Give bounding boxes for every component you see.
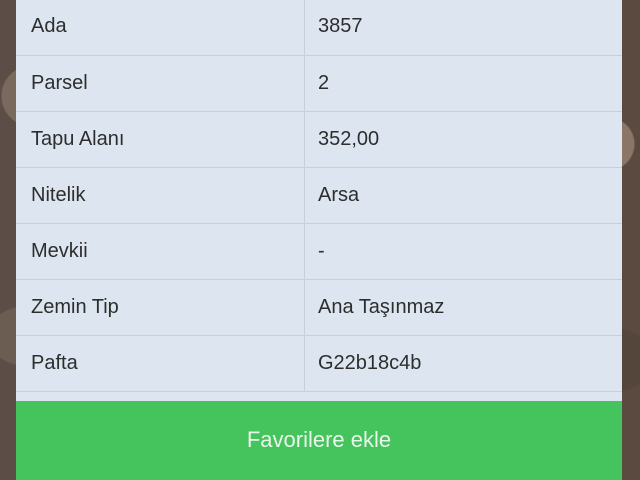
add-to-favorites-label: Favorilere ekle <box>246 427 392 452</box>
property-details-panel: Ada 3857 Parsel 2 Tapu Alanı 352,00 Nite… <box>16 0 622 480</box>
row-label: Mevkii <box>16 224 305 279</box>
row-label: Zemin Tip <box>16 280 305 335</box>
row-value: 352,00 <box>318 128 380 150</box>
table-row-ada: Ada 3857 <box>16 0 622 56</box>
row-label: Tapu Alanı <box>16 112 305 167</box>
table-row-pafta: Pafta G22b18c4b <box>16 336 622 392</box>
row-label: Pafta <box>16 336 305 391</box>
table-row-tapu-alani: Tapu Alanı 352,00 <box>16 112 622 168</box>
row-value: G22b18c4b <box>318 352 422 374</box>
row-value: - <box>318 240 325 262</box>
table-row-nitelik: Nitelik Arsa <box>16 168 622 224</box>
row-label: Parsel <box>16 56 305 111</box>
table-row-parsel: Parsel 2 <box>16 56 622 112</box>
property-details-table: Ada 3857 Parsel 2 Tapu Alanı 352,00 Nite… <box>16 0 622 392</box>
add-to-favorites-button[interactable]: Favorilere ekle <box>16 401 622 480</box>
row-label: Ada <box>16 0 305 55</box>
table-row-zemin-tip: Zemin Tip Ana Taşınmaz <box>16 280 622 336</box>
row-value: 3857 <box>318 15 363 37</box>
row-value: Ana Taşınmaz <box>318 296 445 318</box>
table-row-mevkii: Mevkii - <box>16 224 622 280</box>
row-value: Arsa <box>318 184 360 206</box>
row-value: 2 <box>318 72 330 94</box>
row-label: Nitelik <box>16 168 305 223</box>
